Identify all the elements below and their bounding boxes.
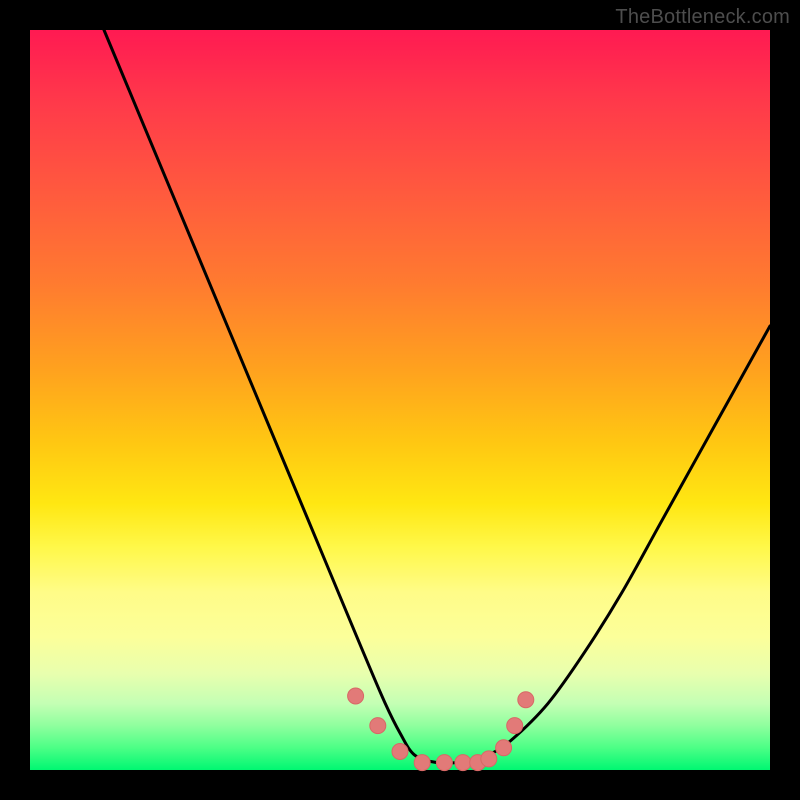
valley-marker: [518, 692, 534, 708]
valley-marker: [436, 755, 452, 771]
valley-markers-group: [348, 688, 534, 771]
outer-frame: TheBottleneck.com: [0, 0, 800, 800]
valley-marker: [392, 744, 408, 760]
watermark-text: TheBottleneck.com: [615, 6, 790, 29]
valley-marker: [507, 718, 523, 734]
valley-marker: [455, 755, 471, 771]
chart-svg: [30, 30, 770, 770]
bottleneck-curve: [104, 30, 770, 763]
valley-marker: [370, 718, 386, 734]
valley-marker: [481, 751, 497, 767]
valley-marker: [414, 755, 430, 771]
valley-marker: [496, 740, 512, 756]
valley-marker: [348, 688, 364, 704]
